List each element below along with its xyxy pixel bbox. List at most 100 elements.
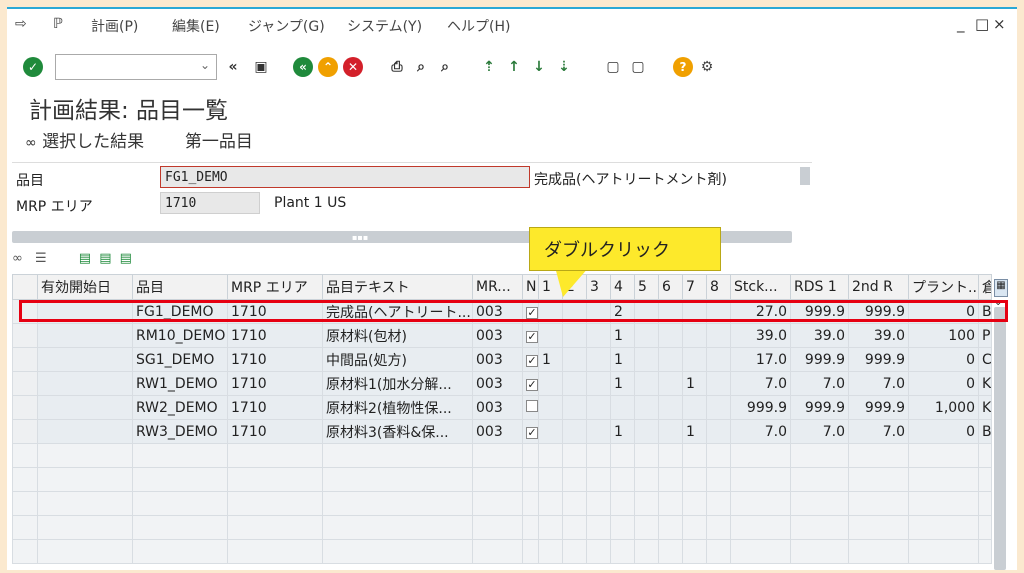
cell-area[interactable]: 1710 (227, 395, 323, 420)
back-icon[interactable]: « (293, 57, 313, 77)
cell-c6[interactable] (658, 395, 683, 420)
print-icon[interactable]: ⎙ (387, 57, 407, 77)
cell-stock[interactable]: 7.0 (730, 371, 791, 396)
cell-area[interactable]: 1710 (227, 419, 323, 444)
cell-material[interactable]: RM10_DEMO (132, 323, 228, 348)
cell-rds2[interactable]: 999.9 (848, 347, 909, 372)
cell-rds1[interactable]: 999.9 (790, 395, 849, 420)
vertical-scrollbar[interactable]: ▦ ⌄ (994, 279, 1008, 570)
close-window-button[interactable]: × (993, 15, 1006, 33)
row-selector[interactable] (12, 347, 38, 372)
menu-item-plan[interactable]: 計画(P) (91, 16, 138, 36)
maximize-button[interactable]: □ (975, 15, 989, 33)
cell-plant[interactable]: 0 (908, 371, 979, 396)
cell-n[interactable]: ✓ (522, 323, 539, 348)
cell-text[interactable]: 原材料2(植物性保... (322, 395, 473, 420)
cell-plant[interactable]: 1,000 (908, 395, 979, 420)
cell-c2[interactable] (562, 323, 587, 348)
menu-item-edit[interactable]: 編集(E) (172, 16, 220, 36)
cell-c5[interactable] (634, 371, 659, 396)
col-header-material-text[interactable]: 品目テキスト (322, 274, 473, 300)
cell-n[interactable] (522, 395, 539, 420)
first-page-icon[interactable]: ⇡ (479, 57, 499, 77)
table-row[interactable]: RW3_DEMO 1710 原材料3(香料&保... 003 ✓ 1 1 7.0 7.0 7.0 0… (12, 419, 992, 444)
cell-c4[interactable]: 1 (610, 371, 635, 396)
table-row[interactable]: RW1_DEMO 1710 原材料1(加水分解... 003 ✓ 1 1 7.0 7.0 7.0 0… (12, 371, 992, 396)
checkbox[interactable]: ✓ (526, 330, 538, 343)
enter-check-icon[interactable]: ✓ (23, 57, 43, 77)
glasses-icon[interactable]: ∞ (12, 251, 23, 266)
new-session-icon[interactable]: ▢ (603, 57, 623, 77)
cell-mr[interactable]: 003 (472, 347, 523, 372)
col-header-mrp-area[interactable]: MRP エリア (227, 274, 323, 300)
cell-date[interactable] (37, 323, 133, 348)
cell-c5[interactable] (634, 347, 659, 372)
cell-stock[interactable]: 39.0 (730, 323, 791, 348)
cell-text[interactable]: 原材料1(加水分解... (322, 371, 473, 396)
layout-icon-2[interactable]: ▤ (99, 251, 111, 266)
cell-stock[interactable]: 999.9 (730, 395, 791, 420)
row-selector[interactable] (12, 395, 38, 420)
cell-c7[interactable]: 1 (682, 419, 707, 444)
help-icon[interactable]: ? (673, 57, 693, 77)
cell-c7[interactable] (682, 395, 707, 420)
cell-c4[interactable]: 1 (610, 419, 635, 444)
col-header-6[interactable]: 6 (658, 274, 683, 300)
layout-icon-1[interactable]: ▤ (79, 251, 91, 266)
settings-gear-icon[interactable]: ⚙ (697, 57, 717, 77)
cancel-icon[interactable]: ✕ (343, 57, 363, 77)
cell-c2[interactable] (562, 347, 587, 372)
col-header-stock[interactable]: Stck... (730, 274, 791, 300)
cell-c3[interactable] (586, 419, 611, 444)
cell-c8[interactable] (706, 323, 731, 348)
selected-results-button[interactable]: 選択した結果 (42, 132, 144, 152)
cell-c1[interactable] (538, 395, 563, 420)
cell-last[interactable]: B (978, 419, 992, 444)
menu-item-icon[interactable]: ℙ (53, 16, 63, 32)
cell-mr[interactable]: 003 (472, 323, 523, 348)
cell-c4[interactable]: 1 (610, 347, 635, 372)
previous-page-icon[interactable]: ↑ (504, 57, 524, 77)
menu-item-system[interactable]: システム(Y) (347, 16, 422, 36)
cell-c6[interactable] (658, 371, 683, 396)
cell-plant[interactable]: 0 (908, 419, 979, 444)
cell-c3[interactable] (586, 395, 611, 420)
command-field[interactable]: ⌄ (55, 54, 217, 80)
cell-area[interactable]: 1710 (227, 323, 323, 348)
cell-mr[interactable]: 003 (472, 419, 523, 444)
cell-c2[interactable] (562, 371, 587, 396)
table-row[interactable]: RM10_DEMO 1710 原材料(包材) 003 ✓ 1 39.0 39.0 39.0 100… (12, 323, 992, 348)
col-header-last[interactable]: 倉 (978, 274, 992, 300)
shortcut-icon[interactable]: ▢ (628, 57, 648, 77)
table-row[interactable]: RW2_DEMO 1710 原材料2(植物性保... 003 999.9 999.9 999… (12, 395, 992, 420)
cell-c7[interactable] (682, 323, 707, 348)
col-header-8[interactable]: 8 (706, 274, 731, 300)
cell-c8[interactable] (706, 419, 731, 444)
cell-c8[interactable] (706, 371, 731, 396)
cell-rds2[interactable]: 7.0 (848, 419, 909, 444)
layout-icon-3[interactable]: ▤ (120, 251, 132, 266)
cell-c3[interactable] (586, 371, 611, 396)
cell-rds1[interactable]: 999.9 (790, 347, 849, 372)
cell-stock[interactable]: 7.0 (730, 419, 791, 444)
cell-text[interactable]: 原材料(包材) (322, 323, 473, 348)
cell-mr[interactable]: 003 (472, 395, 523, 420)
cell-stock[interactable]: 17.0 (730, 347, 791, 372)
cell-rds2[interactable]: 39.0 (848, 323, 909, 348)
col-header-mr[interactable]: MR... (472, 274, 523, 300)
col-header-plant[interactable]: プラント... (908, 274, 979, 300)
col-header-7[interactable]: 7 (682, 274, 707, 300)
cell-c5[interactable] (634, 323, 659, 348)
menu-item-jump[interactable]: ジャンプ(G) (248, 16, 325, 36)
next-page-icon[interactable]: ↓ (529, 57, 549, 77)
menu-icon[interactable]: ⇨ (15, 16, 27, 32)
cell-c6[interactable] (658, 347, 683, 372)
find-icon[interactable]: ⌕ (411, 57, 431, 77)
last-page-icon[interactable]: ⇣ (554, 57, 574, 77)
cell-plant[interactable]: 0 (908, 347, 979, 372)
cell-rds1[interactable]: 7.0 (790, 371, 849, 396)
cell-area[interactable]: 1710 (227, 347, 323, 372)
cell-material[interactable]: RW1_DEMO (132, 371, 228, 396)
col-header-2nd-r[interactable]: 2nd R (848, 274, 909, 300)
cell-text[interactable]: 原材料3(香料&保... (322, 419, 473, 444)
